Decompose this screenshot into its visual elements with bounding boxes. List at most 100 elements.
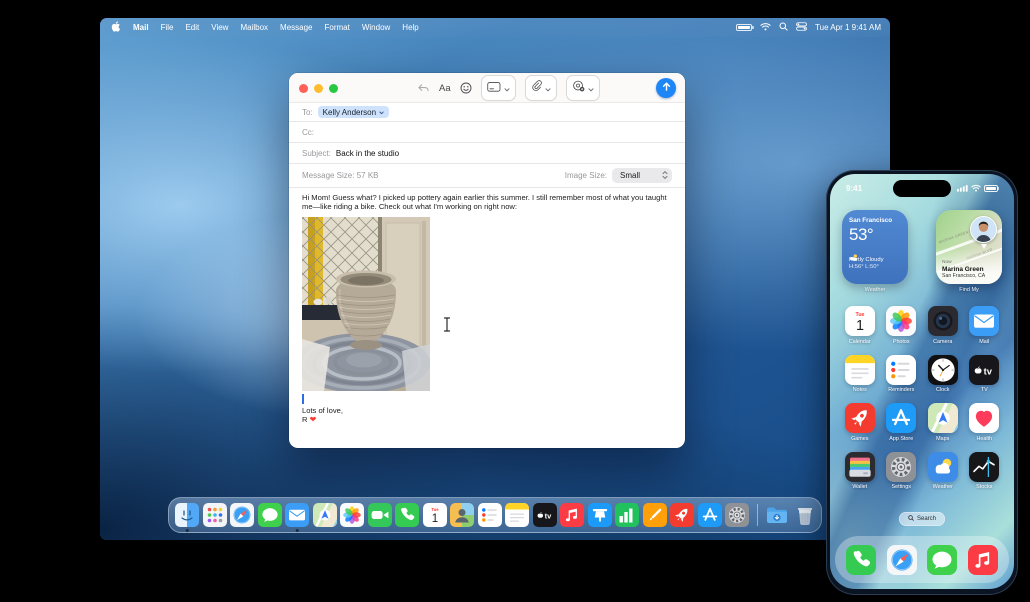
iphone-dock-phone[interactable] bbox=[845, 544, 876, 575]
dock-icon-launchpad[interactable] bbox=[202, 503, 227, 527]
svg-text:Tue: Tue bbox=[431, 507, 439, 512]
menu-item-file[interactable]: File bbox=[155, 23, 180, 32]
minimize-button[interactable] bbox=[314, 83, 323, 93]
dock-icon-numbers[interactable] bbox=[615, 503, 639, 527]
iphone-dock-messages[interactable] bbox=[927, 544, 958, 575]
menu-item-edit[interactable]: Edit bbox=[179, 23, 205, 32]
iphone-app-stocks[interactable]: Stocks bbox=[964, 451, 1004, 490]
battery-icon[interactable] bbox=[736, 23, 754, 32]
findmy-widget[interactable]: MARINA GREEN DR MARINA BLVD Now Marina G… bbox=[936, 210, 1002, 284]
header-fields-button[interactable] bbox=[480, 75, 516, 101]
dock-icon-safari[interactable] bbox=[230, 503, 254, 527]
iphone-app-notes[interactable]: Notes bbox=[840, 354, 880, 393]
weather-temp: 53° bbox=[849, 225, 874, 244]
mail-icon bbox=[969, 306, 1000, 336]
weather-widget[interactable]: San Francisco 53° Partly Cloudy H:56° L:… bbox=[842, 210, 908, 284]
iphone-app-wallet[interactable]: Wallet bbox=[840, 451, 880, 490]
iphone-app-mail[interactable]: Mail bbox=[964, 306, 1004, 345]
notes-icon bbox=[505, 503, 529, 527]
iphone-app-tv[interactable]: tv TV bbox=[964, 354, 1004, 393]
appstore-icon bbox=[886, 403, 917, 433]
iphone-app-games[interactable]: Games bbox=[840, 403, 880, 442]
undo-button[interactable] bbox=[417, 83, 430, 94]
iphone-app-maps[interactable]: Maps bbox=[923, 403, 963, 442]
spotlight-search-pill[interactable]: Search bbox=[898, 512, 946, 526]
window-titlebar[interactable]: Aa bbox=[289, 73, 685, 103]
iphone-app-calendar[interactable]: Tue 1 Calendar bbox=[840, 306, 880, 345]
dock-icon-mail[interactable] bbox=[285, 503, 309, 532]
findmy-sublocation: San Francisco, CA bbox=[942, 273, 986, 279]
menu-item-message[interactable]: Message bbox=[274, 23, 318, 32]
dock-icon-contacts[interactable] bbox=[450, 503, 474, 527]
message-size-row: Message Size: 57 KB Image Size: Small bbox=[289, 164, 685, 188]
menu-item-view[interactable]: View bbox=[205, 23, 234, 32]
subject-field[interactable]: Subject: Back in the studio bbox=[289, 143, 685, 164]
dock-icon-facetime[interactable] bbox=[367, 503, 392, 527]
close-button[interactable] bbox=[299, 83, 308, 93]
app-label: Weather bbox=[932, 484, 953, 490]
to-field[interactable]: To: Kelly Anderson bbox=[289, 103, 685, 122]
dock-icon-downloads[interactable] bbox=[765, 503, 789, 527]
search-icon[interactable] bbox=[779, 22, 788, 33]
menu-bar-clock[interactable]: Tue Apr 1 9:41 AM bbox=[815, 23, 881, 32]
iphone-dock-music[interactable] bbox=[968, 544, 999, 575]
menu-item-help[interactable]: Help bbox=[396, 23, 424, 32]
menu-item-format[interactable]: Format bbox=[319, 23, 356, 32]
chevron-down-icon bbox=[545, 79, 551, 97]
iphone-app-appstore[interactable]: App Store bbox=[881, 403, 921, 442]
dynamic-island bbox=[893, 180, 951, 197]
emoji-button[interactable] bbox=[460, 82, 472, 94]
image-size-select[interactable]: Small bbox=[612, 168, 672, 183]
insert-photo-button[interactable] bbox=[565, 75, 600, 101]
chevron-down-icon bbox=[504, 79, 510, 97]
dock-icon-music[interactable] bbox=[560, 503, 584, 527]
attachment-image[interactable] bbox=[302, 217, 430, 391]
message-body[interactable]: Hi Mom! Guess what? I picked up pottery … bbox=[302, 193, 670, 211]
attach-file-button[interactable] bbox=[524, 75, 557, 101]
dock-icon-calendar[interactable]: Tue 1 bbox=[422, 503, 447, 527]
iphone-device: 9:41 San Francisco 53° Partly Cloudy H:5… bbox=[826, 170, 1018, 595]
iphone-app-camera[interactable]: Camera bbox=[923, 306, 963, 345]
menu-item-mailbox[interactable]: Mailbox bbox=[234, 23, 274, 32]
control-center-icon[interactable] bbox=[796, 22, 807, 33]
iphone-app-health[interactable]: Health bbox=[964, 403, 1004, 442]
iphone-app-photos[interactable]: Photos bbox=[881, 306, 921, 345]
findmy-time: Now bbox=[942, 260, 952, 265]
text-cursor bbox=[302, 394, 304, 404]
format-button[interactable]: Aa bbox=[439, 83, 451, 94]
zoom-button[interactable] bbox=[329, 83, 338, 93]
dock-icon-keynote[interactable] bbox=[587, 503, 612, 527]
cc-field[interactable]: Cc: bbox=[289, 122, 685, 143]
wifi-icon[interactable] bbox=[760, 22, 771, 33]
dock-icon-trash[interactable] bbox=[793, 503, 817, 527]
avatar-pointer bbox=[980, 244, 987, 249]
findmy-location: Marina Green bbox=[942, 265, 984, 273]
app-label: Mail bbox=[979, 338, 990, 345]
menu-item-mail[interactable]: Mail bbox=[127, 23, 155, 32]
dock-icon-photos[interactable] bbox=[340, 503, 364, 527]
iphone-app-reminders[interactable]: Reminders bbox=[881, 354, 921, 393]
iphone-dock-safari[interactable] bbox=[886, 544, 917, 575]
dock-icon-phone[interactable] bbox=[395, 503, 419, 527]
iphone-dock bbox=[835, 536, 1009, 583]
dock-icon-notes[interactable] bbox=[505, 503, 529, 527]
health-icon bbox=[969, 403, 1000, 433]
dock-icon-games[interactable] bbox=[670, 503, 694, 527]
iphone-app-clock[interactable]: Clock bbox=[923, 354, 963, 393]
dock-icon-maps[interactable] bbox=[312, 503, 337, 527]
dock-icon-tv[interactable]: tv bbox=[532, 503, 557, 527]
dock-icon-reminders[interactable] bbox=[477, 503, 502, 527]
iphone-app-weather[interactable]: Weather bbox=[923, 451, 963, 490]
send-button[interactable] bbox=[656, 78, 676, 98]
iphone-app-settings[interactable]: Settings bbox=[881, 451, 921, 490]
dock-icon-appstore[interactable] bbox=[697, 503, 722, 527]
menu-item-window[interactable]: Window bbox=[356, 23, 396, 32]
message-closing[interactable]: Lots of love, R ❤ bbox=[302, 406, 343, 424]
dock-icon-finder[interactable] bbox=[175, 503, 199, 532]
recipient-token[interactable]: Kelly Anderson bbox=[317, 106, 390, 118]
phone-icon bbox=[845, 544, 876, 575]
dock-icon-settings[interactable] bbox=[725, 503, 749, 527]
dock-icon-messages[interactable] bbox=[257, 503, 282, 527]
dock-icon-pages[interactable] bbox=[642, 503, 667, 527]
apple-menu[interactable] bbox=[109, 21, 127, 34]
